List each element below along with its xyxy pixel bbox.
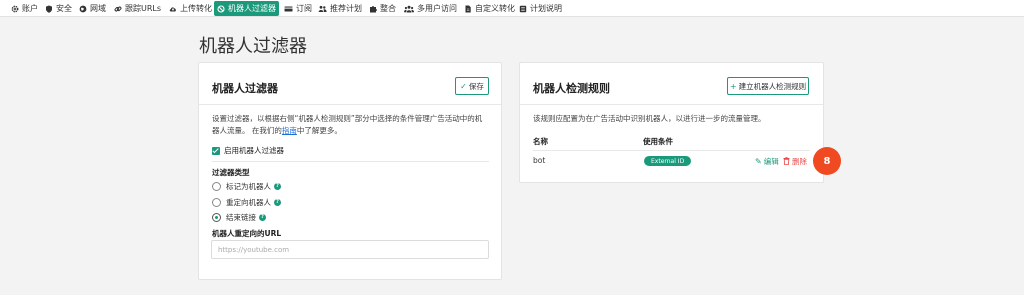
help-icon[interactable]: ? [259, 214, 266, 221]
radio-end-link[interactable]: 结束链接 ? [212, 212, 266, 223]
nav-item-integrations[interactable]: 整合 [366, 1, 399, 16]
add-detection-rule-button[interactable]: + 建立机器人检测规则 [727, 77, 809, 95]
plus-icon: + [729, 81, 737, 91]
add-detection-rule-label: 建立机器人检测规则 [738, 81, 807, 91]
nav-item-label: 跟踪URLs [125, 4, 162, 13]
radio-mark-as-bot[interactable]: 标记为机器人 ? [212, 181, 281, 192]
delete-rule-button[interactable]: 删除 [783, 156, 807, 167]
condition-badge: External ID [644, 156, 692, 166]
save-button[interactable]: ✓ 保存 [455, 77, 489, 95]
nav-item-label: 账户 [22, 4, 38, 13]
cloud-upload-icon [169, 5, 177, 13]
top-navigation: 账户 安全 网域 跟踪URLs 上传转化 机器人过滤器 订阅 推荐计划 整合 多… [0, 0, 1024, 17]
radio-button[interactable] [212, 198, 221, 207]
card-divider [520, 104, 823, 105]
description-text: 器人流量。 在我们的 [212, 126, 282, 135]
guide-link[interactable]: 指南 [282, 126, 297, 135]
trash-icon [783, 156, 790, 167]
shield-icon [45, 5, 53, 13]
nav-item-bot-filter[interactable]: 机器人过滤器 [214, 1, 279, 16]
description-text: 中了解更多。 [296, 126, 342, 135]
card-divider [199, 104, 501, 105]
enable-bot-filter-label: 启用机器人过滤器 [224, 146, 284, 155]
gear-icon [11, 5, 19, 13]
radio-label: 标记为机器人 [226, 182, 271, 191]
column-header-condition: 使用条件 [643, 137, 673, 146]
redirect-url-label: 机器人重定向的URL [212, 229, 282, 238]
nav-item-security[interactable]: 安全 [42, 1, 75, 16]
group-icon [404, 5, 414, 13]
nav-item-subscription[interactable]: 订阅 [281, 1, 315, 16]
bot-filter-description: 设置过滤器，以根据右侧“机器人检测规则”部分中选择的条件管理广告活动中的机 器人… [212, 113, 494, 137]
column-header-name: 名称 [533, 137, 548, 146]
help-icon[interactable]: ? [274, 199, 281, 206]
redirect-url-input[interactable] [211, 240, 489, 259]
check-icon: ✓ [460, 81, 467, 91]
save-button-label: 保存 [468, 81, 484, 91]
card-icon [284, 5, 293, 13]
nav-item-label: 自定义转化 [475, 4, 515, 13]
ban-icon [217, 4, 225, 13]
radio-label: 重定向机器人 [226, 198, 271, 207]
rule-name: bot [533, 156, 546, 165]
radio-label: 结束链接 [226, 213, 256, 222]
radio-button-selected[interactable] [212, 213, 221, 222]
filter-type-label: 过滤器类型 [212, 168, 250, 177]
bot-detection-rules-title: 机器人检测规则 [533, 82, 610, 95]
nav-item-label: 多用户访问 [417, 4, 457, 13]
users-icon [318, 5, 327, 13]
nav-item-label: 机器人过滤器 [228, 4, 276, 13]
file-icon [464, 5, 472, 13]
bot-filter-card-title: 机器人过滤器 [212, 82, 278, 95]
rules-description: 该规则应配置为在广告活动中识别机器人，以进行进一步的流量管理。 [533, 114, 766, 123]
globe-icon [79, 5, 87, 13]
delete-label: 删除 [792, 157, 807, 166]
link-icon [114, 5, 122, 13]
nav-item-domains[interactable]: 网域 [76, 1, 109, 16]
nav-item-label: 订阅 [296, 4, 312, 13]
nav-item-multi-user[interactable]: 多用户访问 [401, 1, 460, 16]
help-icon[interactable]: ? [274, 183, 281, 190]
pencil-icon: ✎ [755, 157, 762, 166]
nav-item-label: 计划说明 [530, 4, 562, 13]
nav-item-plan-description[interactable]: 计划说明 [516, 1, 565, 16]
edit-label: 编辑 [763, 157, 779, 166]
radio-button[interactable] [212, 182, 221, 191]
nav-item-upload-conversions[interactable]: 上传转化 [166, 1, 215, 16]
table-header-divider [533, 150, 810, 151]
nav-item-label: 网域 [90, 4, 106, 13]
enable-bot-filter-checkbox[interactable]: 启用机器人过滤器 [212, 145, 284, 156]
nav-item-label: 推荐计划 [330, 4, 362, 13]
section-divider [212, 161, 489, 162]
step-number-badge: 8 [813, 147, 841, 175]
description-line-2: 器人流量。 在我们的指南中了解更多。 [212, 125, 494, 137]
description-line-1: 设置过滤器，以根据右侧“机器人检测规则”部分中选择的条件管理广告活动中的机 [212, 114, 483, 123]
nav-item-label: 安全 [56, 4, 72, 13]
nav-item-tracking-urls[interactable]: 跟踪URLs [111, 1, 164, 16]
edit-rule-button[interactable]: ✎ 编辑 [755, 156, 779, 167]
list-icon [519, 5, 527, 13]
page-title: 机器人过滤器 [199, 36, 307, 57]
nav-item-account[interactable]: 账户 [8, 1, 41, 16]
nav-item-label: 整合 [380, 4, 396, 13]
radio-redirect-bot[interactable]: 重定向机器人 ? [212, 197, 281, 208]
checkbox-checked[interactable] [212, 146, 220, 155]
nav-item-referral[interactable]: 推荐计划 [315, 1, 365, 16]
nav-item-label: 上传转化 [180, 4, 212, 13]
nav-item-custom-conversion[interactable]: 自定义转化 [461, 1, 518, 16]
puzzle-icon [369, 5, 377, 13]
